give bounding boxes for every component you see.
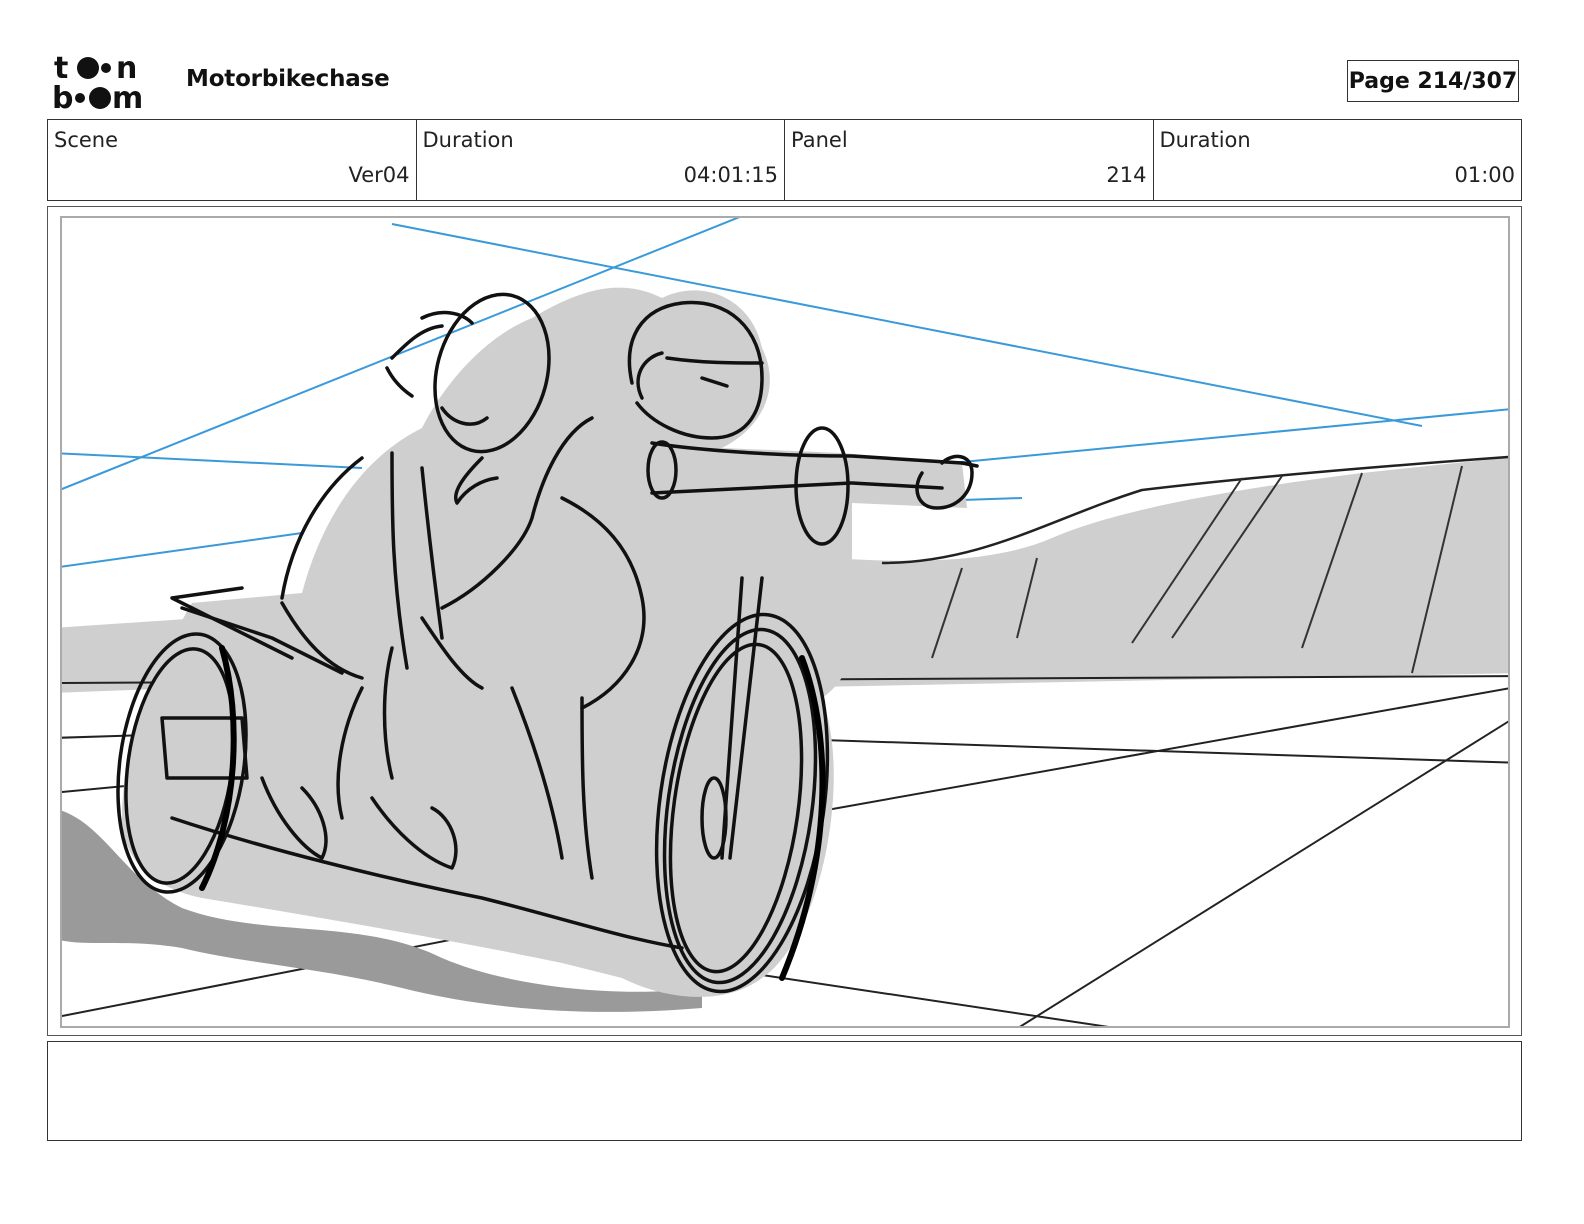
project-title: Motorbikechase [186, 66, 390, 92]
page-indicator: Page 214/307 [1347, 60, 1519, 102]
scene-value: Ver04 [348, 163, 410, 187]
panel-label: Panel [791, 128, 848, 152]
scene-duration-cell: Duration 04:01:15 [415, 120, 785, 200]
panel-duration-label: Duration [1159, 128, 1251, 152]
scene-label: Scene [54, 128, 119, 152]
panel-duration-cell: Duration 01:00 [1152, 120, 1522, 200]
notes-box [47, 1041, 1522, 1141]
panel-cell: Panel 214 [784, 120, 1153, 200]
scene-duration-label: Duration [422, 128, 514, 152]
panel-info-table: Scene Ver04 Duration 04:01:15 Panel 214 … [47, 119, 1522, 201]
scene-cell: Scene Ver04 [48, 120, 416, 200]
svg-text:m: m [112, 81, 143, 112]
panel-duration-value: 01:00 [1454, 163, 1515, 187]
storyboard-panel-image [60, 216, 1510, 1028]
toon-boom-logo: t n b m [50, 50, 164, 116]
motorbike-sketch [62, 218, 1508, 1026]
scene-duration-value: 04:01:15 [683, 163, 778, 187]
panel-value: 214 [1106, 163, 1147, 187]
svg-text:b: b [52, 81, 73, 112]
